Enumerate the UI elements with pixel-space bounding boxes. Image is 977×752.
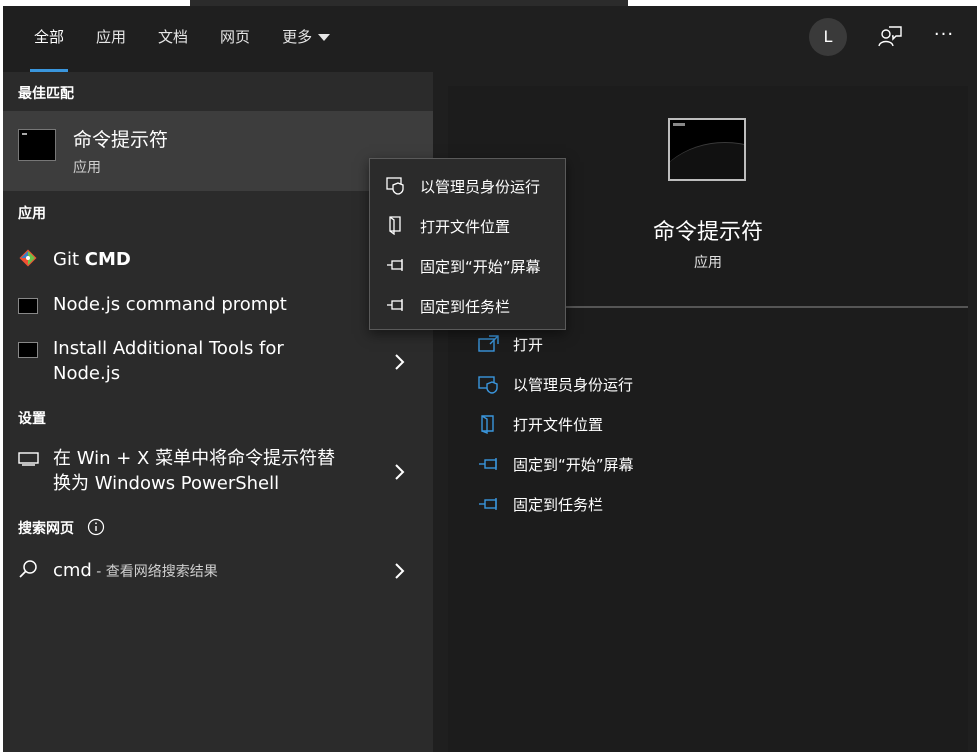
web-heading-label: 搜索网页 bbox=[18, 521, 74, 537]
terminal-icon bbox=[668, 118, 746, 181]
git-label-bold: CMD bbox=[84, 249, 131, 270]
action-run-as-admin-label: 以管理员身份运行 bbox=[513, 376, 634, 394]
avatar[interactable]: L bbox=[809, 18, 847, 56]
setting-line1: 在 Win + X 菜单中将命令提示符替 bbox=[53, 448, 336, 469]
context-open-file-location[interactable]: 打开文件位置 bbox=[370, 205, 565, 245]
list-item-web-search[interactable]: cmd - 查看网络搜索结果 bbox=[3, 554, 433, 588]
action-open-label: 打开 bbox=[513, 336, 544, 354]
search-window: 全部 应用 文档 网页 更多 L ··· 最佳匹配 命令提示符 应用 应用 Gi… bbox=[3, 6, 977, 752]
terminal-icon bbox=[18, 342, 38, 358]
open-icon bbox=[478, 334, 500, 354]
context-menu: 以管理员身份运行 打开文件位置 固定到“开始”屏幕 固定到任务栏 bbox=[369, 158, 566, 330]
list-item-label: Git CMD bbox=[53, 247, 131, 272]
tab-all-label: 全部 bbox=[34, 28, 65, 46]
tab-documents[interactable]: 文档 bbox=[142, 6, 204, 72]
avatar-letter: L bbox=[823, 27, 833, 46]
web-query: cmd bbox=[53, 560, 92, 581]
info-icon[interactable] bbox=[87, 518, 105, 540]
web-heading: 搜索网页 bbox=[18, 518, 105, 540]
terminal-screen-arc bbox=[670, 142, 744, 179]
install-tools-line1: Install Additional Tools for bbox=[53, 338, 284, 359]
tab-apps-label: 应用 bbox=[96, 28, 127, 46]
tab-more[interactable]: 更多 bbox=[266, 6, 346, 72]
action-open-file-location-label: 打开文件位置 bbox=[513, 416, 604, 434]
tab-apps[interactable]: 应用 bbox=[80, 6, 142, 72]
context-pin-to-start[interactable]: 固定到“开始”屏幕 bbox=[370, 245, 565, 285]
tab-web-label: 网页 bbox=[220, 28, 251, 46]
git-icon bbox=[18, 248, 38, 272]
pin-icon bbox=[386, 255, 406, 275]
pin-icon bbox=[386, 295, 406, 315]
context-open-file-location-label: 打开文件位置 bbox=[420, 218, 511, 236]
list-item-label: 在 Win + X 菜单中将命令提示符替 换为 Windows PowerShe… bbox=[53, 446, 335, 496]
context-pin-to-taskbar[interactable]: 固定到任务栏 bbox=[370, 285, 565, 325]
tab-documents-label: 文档 bbox=[158, 28, 189, 46]
list-item-label: Node.js command prompt bbox=[53, 294, 287, 315]
filter-tabs: 全部 应用 文档 网页 更多 bbox=[18, 6, 346, 72]
search-header: 全部 应用 文档 网页 更多 L ··· bbox=[3, 6, 977, 72]
pin-icon bbox=[478, 454, 500, 474]
terminal-prompt-mark bbox=[673, 123, 685, 126]
list-item-label: Install Additional Tools for Node.js bbox=[53, 336, 284, 386]
pin-icon bbox=[478, 494, 500, 514]
list-item-label: cmd - 查看网络搜索结果 bbox=[53, 558, 218, 585]
context-pin-to-start-label: 固定到“开始”屏幕 bbox=[420, 258, 541, 276]
feedback-icon[interactable] bbox=[877, 24, 903, 50]
list-item-setting[interactable]: 在 Win + X 菜单中将命令提示符替 换为 Windows PowerShe… bbox=[3, 442, 433, 500]
chevron-right-icon[interactable] bbox=[393, 462, 407, 482]
best-match-heading: 最佳匹配 bbox=[18, 86, 74, 102]
terminal-icon bbox=[18, 129, 56, 161]
monitor-icon bbox=[18, 451, 40, 471]
setting-line2: 换为 Windows PowerShell bbox=[53, 473, 280, 494]
more-options-label: ··· bbox=[933, 24, 955, 45]
best-match-title: 命令提示符 bbox=[73, 129, 169, 151]
shield-icon bbox=[478, 374, 500, 394]
apps-heading: 应用 bbox=[18, 206, 46, 222]
chevron-down-icon bbox=[318, 34, 331, 41]
chevron-right-icon[interactable] bbox=[393, 561, 407, 581]
tab-all[interactable]: 全部 bbox=[18, 6, 80, 72]
chevron-right-icon[interactable] bbox=[393, 352, 407, 372]
tab-more-label: 更多 bbox=[282, 28, 313, 46]
search-icon bbox=[18, 559, 38, 583]
context-run-as-admin-label: 以管理员身份运行 bbox=[420, 178, 541, 196]
context-run-as-admin[interactable]: 以管理员身份运行 bbox=[370, 165, 565, 205]
git-label-prefix: Git bbox=[53, 249, 85, 270]
best-match-subtitle: 应用 bbox=[73, 160, 101, 176]
action-pin-to-start-label: 固定到“开始”屏幕 bbox=[513, 456, 634, 474]
tab-web[interactable]: 网页 bbox=[204, 6, 266, 72]
settings-heading: 设置 bbox=[18, 411, 46, 427]
shield-icon bbox=[386, 175, 406, 195]
action-pin-to-taskbar-label: 固定到任务栏 bbox=[513, 496, 604, 514]
web-suffix: - 查看网络搜索结果 bbox=[91, 564, 218, 580]
context-pin-to-taskbar-label: 固定到任务栏 bbox=[420, 298, 511, 316]
install-tools-line2: Node.js bbox=[53, 363, 121, 384]
more-options-icon[interactable]: ··· bbox=[931, 24, 957, 50]
terminal-icon bbox=[18, 298, 38, 314]
file-location-icon bbox=[478, 414, 500, 435]
list-item-install-tools[interactable]: Install Additional Tools for Node.js bbox=[3, 332, 433, 388]
file-location-icon bbox=[386, 215, 406, 236]
